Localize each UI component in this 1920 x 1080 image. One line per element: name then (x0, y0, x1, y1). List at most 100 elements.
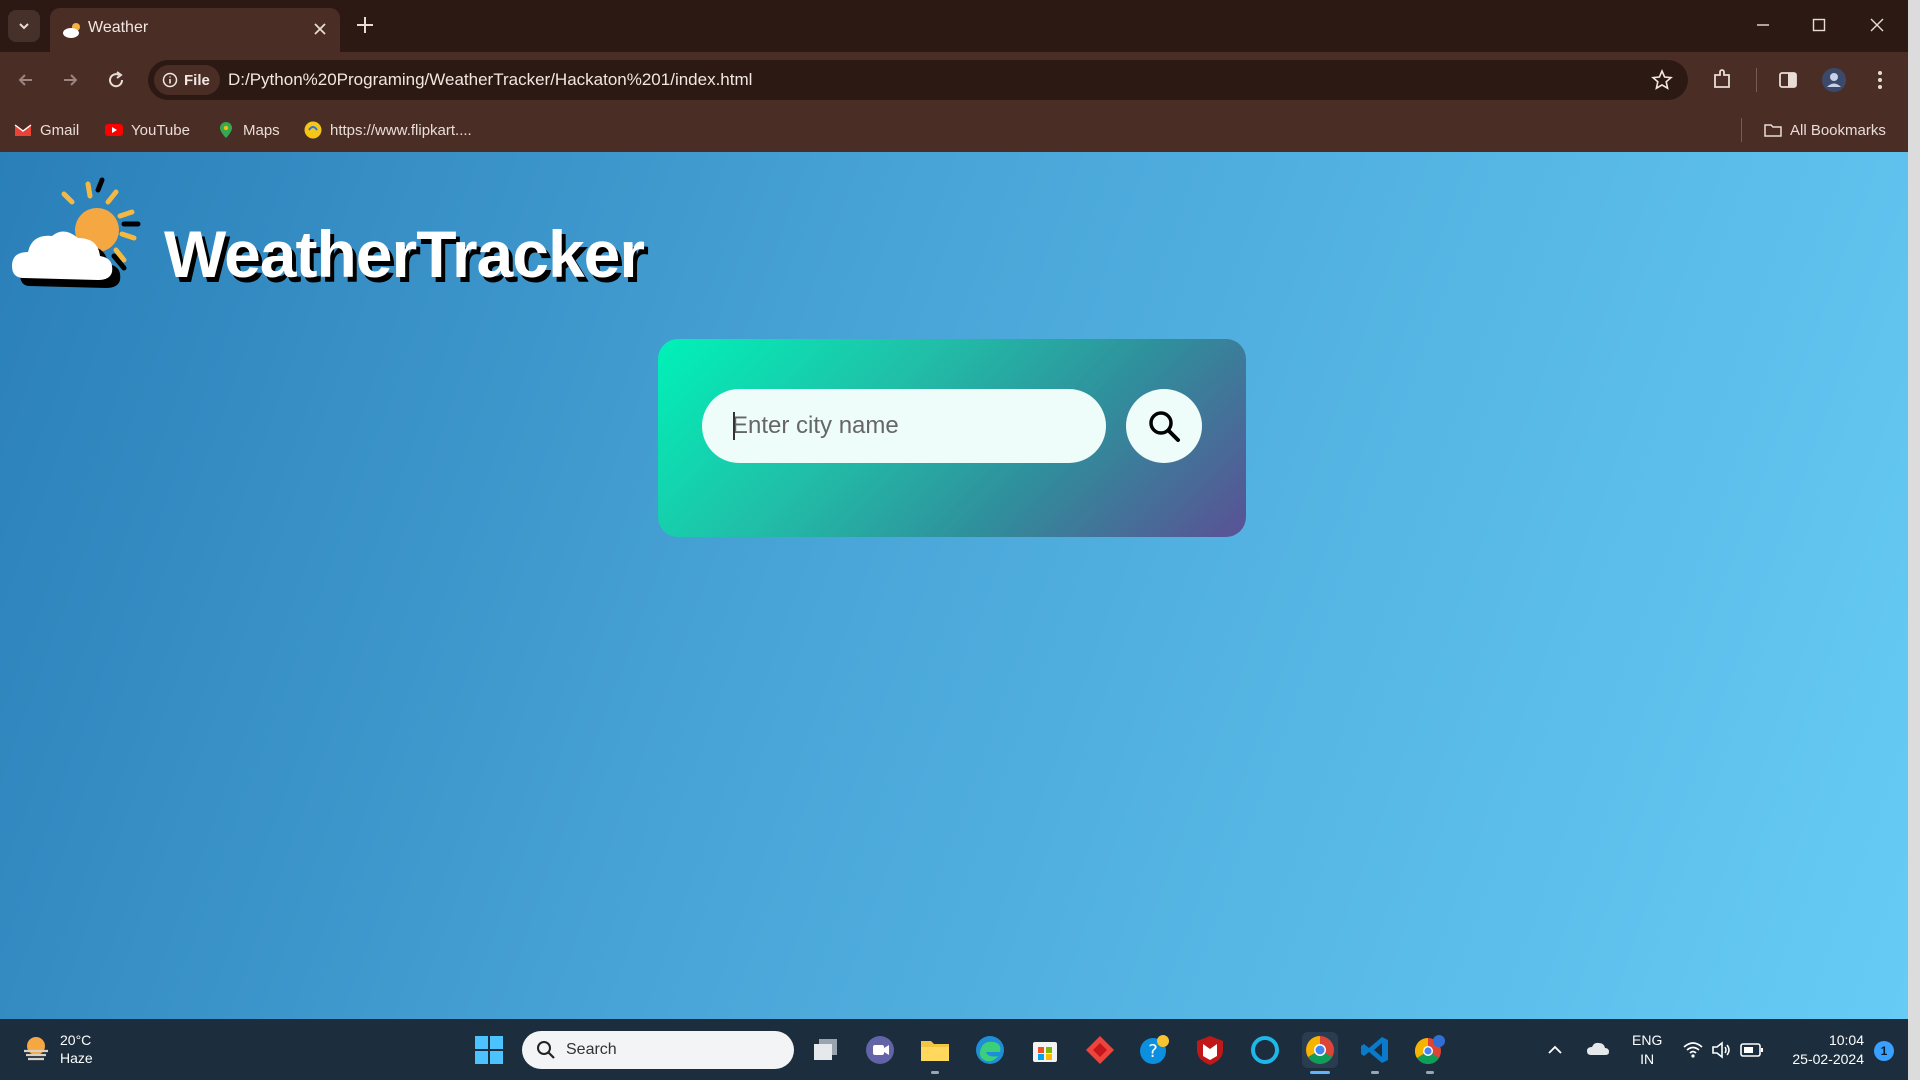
info-icon (162, 72, 178, 88)
alexa-app[interactable] (1247, 1032, 1283, 1068)
city-search-input[interactable] (702, 389, 1106, 463)
teams-app[interactable] (862, 1032, 898, 1068)
url-text: D:/Python%20Programing/WeatherTracker/Ha… (228, 70, 753, 89)
store-bag-icon (1033, 1042, 1057, 1062)
system-clock[interactable]: 10:04 25-02-2024 (1780, 1031, 1864, 1069)
forward-icon[interactable] (56, 66, 84, 94)
gmail-icon (14, 124, 32, 136)
back-icon[interactable] (12, 66, 40, 94)
chrome-profile-app[interactable] (1412, 1032, 1448, 1074)
bookmarks-bar: Gmail YouTube Maps https://www.flipkart.… (0, 108, 1908, 152)
language-indicator[interactable]: ENG IN (1632, 1031, 1662, 1069)
anydesk-icon (1086, 1036, 1114, 1064)
language-code: ENG (1632, 1032, 1663, 1048)
close-window-icon[interactable] (1864, 12, 1890, 38)
brand-title: WeatherTracker (164, 217, 645, 291)
running-indicator (931, 1071, 939, 1074)
search-icon (1149, 411, 1180, 442)
clock-time: 10:04 (1828, 1032, 1864, 1048)
chrome-app[interactable] (1302, 1032, 1338, 1074)
clock-date: 25-02-2024 (1792, 1051, 1864, 1067)
screen: Weather File D:/Python%20Programing/Weat… (0, 0, 1908, 1080)
windows-taskbar: 20°C Haze Search ? ENG IN 10:04 25-02-20… (0, 1019, 1908, 1080)
teams-chat-icon (866, 1036, 894, 1064)
region-code: IN (1640, 1051, 1655, 1067)
tab-search-button[interactable] (8, 10, 40, 42)
edge-browser-icon (976, 1036, 1004, 1064)
taskbar-search-label: Search (566, 1041, 617, 1058)
youtube-icon (105, 124, 123, 136)
maximize-icon[interactable] (1806, 12, 1832, 38)
toolbar-divider (1756, 68, 1757, 92)
all-bookmarks-label: All Bookmarks (1790, 121, 1886, 139)
close-tab-icon[interactable] (310, 19, 330, 39)
edge-app[interactable] (972, 1032, 1008, 1068)
task-view-icon (814, 1039, 837, 1060)
all-bookmarks-button[interactable]: All Bookmarks (1764, 118, 1886, 142)
battery-icon[interactable] (1740, 1041, 1764, 1059)
search-button[interactable] (1126, 389, 1202, 463)
chevron-up-icon[interactable] (1546, 1041, 1564, 1059)
running-indicator (1426, 1071, 1434, 1074)
volume-icon[interactable] (1710, 1039, 1732, 1061)
anydesk-app[interactable] (1082, 1032, 1118, 1068)
address-bar[interactable]: File D:/Python%20Programing/WeatherTrack… (148, 60, 1688, 100)
side-panel-icon[interactable] (1774, 66, 1802, 94)
weather-logo-icon (12, 177, 141, 288)
weather-page: WeatherTracker (0, 152, 1908, 1019)
bookmark-label: Gmail (40, 121, 80, 139)
chrome-profile-icon (1414, 1035, 1445, 1065)
extensions-icon[interactable] (1708, 66, 1736, 94)
onedrive-cloud-icon[interactable] (1586, 1039, 1610, 1059)
site-info-chip[interactable]: File (154, 65, 220, 95)
alexa-icon (1251, 1036, 1279, 1064)
weather-widget[interactable]: 20°C Haze (20, 1027, 93, 1071)
tab-strip: Weather (0, 0, 1908, 52)
weather-desc: Haze (60, 1050, 93, 1066)
chevron-down-icon (19, 23, 29, 30)
search-icon (537, 1041, 555, 1059)
weather-temp: 20°C (60, 1032, 92, 1048)
store-app[interactable] (1027, 1032, 1063, 1068)
bookmark-label: https://www.flipkart.... (330, 121, 472, 139)
bookmark-youtube[interactable]: YouTube (105, 118, 190, 142)
get-help-app[interactable]: ? (1137, 1032, 1173, 1068)
vscode-app[interactable] (1357, 1032, 1393, 1074)
running-indicator (1371, 1071, 1379, 1074)
windows-logo-icon (475, 1036, 503, 1064)
file-explorer-app[interactable] (917, 1032, 953, 1074)
tab-weather[interactable]: Weather (50, 8, 340, 52)
flipkart-icon (304, 121, 322, 139)
maps-icon (220, 122, 232, 138)
help-icon: ? (1140, 1035, 1169, 1064)
notification-badge[interactable]: 1 (1874, 1041, 1894, 1061)
new-tab-icon[interactable] (352, 12, 378, 38)
bookmark-label: YouTube (131, 121, 190, 139)
bookmarks-divider (1741, 118, 1742, 142)
text-caret (733, 412, 735, 440)
active-indicator (1310, 1071, 1330, 1074)
bookmark-gmail[interactable]: Gmail (14, 118, 79, 142)
weather-favicon-icon (63, 23, 80, 38)
mcafee-app[interactable] (1192, 1032, 1228, 1068)
folder-icon (921, 1041, 949, 1061)
haze-sun-icon (24, 1037, 48, 1061)
mcafee-shield-icon (1197, 1036, 1223, 1065)
menu-kebab-icon[interactable] (1866, 66, 1894, 94)
vscode-icon (1361, 1037, 1388, 1063)
screen-edge-strip (1908, 0, 1920, 1080)
browser-toolbar: File D:/Python%20Programing/WeatherTrack… (0, 52, 1908, 108)
svg-text:?: ? (1148, 1041, 1158, 1062)
taskbar-search[interactable]: Search (522, 1031, 794, 1069)
reload-icon[interactable] (102, 66, 130, 94)
bookmark-maps[interactable]: Maps (217, 118, 280, 142)
start-button[interactable] (471, 1032, 507, 1068)
site-info-label: File (184, 71, 210, 89)
task-view-button[interactable] (808, 1032, 844, 1068)
minimize-icon[interactable] (1750, 12, 1776, 38)
wifi-icon[interactable] (1682, 1039, 1704, 1061)
bookmark-star-icon[interactable] (1650, 68, 1674, 92)
folder-icon (1764, 124, 1782, 137)
profile-avatar-icon[interactable] (1820, 66, 1848, 94)
bookmark-flipkart[interactable]: https://www.flipkart.... (304, 118, 472, 142)
